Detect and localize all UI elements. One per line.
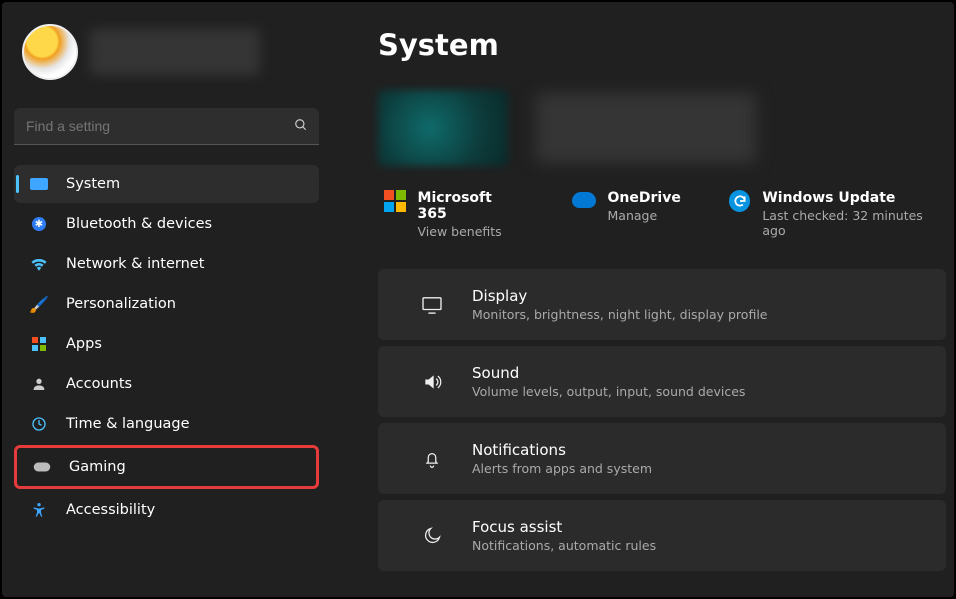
card-title: Sound — [472, 364, 745, 382]
paintbrush-icon: 🖌️ — [30, 295, 48, 313]
quick-link-sub: Manage — [608, 208, 681, 223]
avatar — [22, 24, 78, 80]
sidebar-item-label: Apps — [66, 336, 102, 352]
sidebar-item-apps[interactable]: Apps — [14, 325, 319, 363]
sidebar-item-label: System — [66, 176, 120, 192]
sidebar-item-label: Personalization — [66, 296, 176, 312]
device-name-redacted — [536, 93, 756, 163]
search-icon — [294, 118, 308, 136]
card-sub: Monitors, brightness, night light, displ… — [472, 307, 767, 322]
quick-link-title: OneDrive — [608, 190, 681, 206]
sound-icon — [420, 370, 444, 394]
moon-icon — [420, 524, 444, 548]
card-sound[interactable]: Sound Volume levels, output, input, soun… — [378, 346, 946, 417]
device-wallpaper-thumb — [378, 90, 508, 166]
user-account-row[interactable] — [14, 14, 332, 90]
monitor-icon — [30, 175, 48, 193]
card-title: Focus assist — [472, 518, 656, 536]
sidebar: System ✱ Bluetooth & devices Network & i… — [2, 2, 332, 597]
sidebar-item-label: Network & internet — [66, 256, 204, 272]
bluetooth-icon: ✱ — [30, 215, 48, 233]
card-sub: Volume levels, output, input, sound devi… — [472, 384, 745, 399]
microsoft-365-icon — [384, 190, 406, 212]
card-sub: Alerts from apps and system — [472, 461, 652, 476]
main-content: System Microsoft 365 View benefits OneDr… — [332, 2, 954, 597]
bell-icon — [420, 447, 444, 471]
sidebar-item-gaming[interactable]: Gaming — [14, 445, 319, 489]
gamepad-icon — [33, 458, 51, 476]
quick-link-title: Microsoft 365 — [418, 190, 524, 222]
card-sub: Notifications, automatic rules — [472, 538, 656, 553]
quick-link-onedrive[interactable]: OneDrive Manage — [572, 190, 681, 239]
apps-icon — [30, 335, 48, 353]
card-title: Display — [472, 287, 767, 305]
display-icon — [420, 293, 444, 317]
user-name-redacted — [90, 29, 260, 75]
sidebar-item-accessibility[interactable]: Accessibility — [14, 491, 319, 529]
device-hero — [378, 90, 946, 166]
quick-link-windows-update[interactable]: Windows Update Last checked: 32 minutes … — [729, 190, 946, 239]
sidebar-item-label: Bluetooth & devices — [66, 216, 212, 232]
accessibility-icon — [30, 501, 48, 519]
card-title: Notifications — [472, 441, 652, 459]
sidebar-item-system[interactable]: System — [14, 165, 319, 203]
sidebar-item-bluetooth[interactable]: ✱ Bluetooth & devices — [14, 205, 319, 243]
sidebar-item-label: Gaming — [69, 459, 126, 475]
settings-window: System ✱ Bluetooth & devices Network & i… — [2, 2, 954, 597]
windows-update-icon — [729, 190, 751, 212]
search-container — [14, 108, 324, 145]
sidebar-item-time-language[interactable]: Time & language — [14, 405, 319, 443]
search-input[interactable] — [14, 108, 319, 145]
clock-globe-icon — [30, 415, 48, 433]
sidebar-nav: System ✱ Bluetooth & devices Network & i… — [14, 165, 332, 529]
sidebar-item-label: Time & language — [66, 416, 190, 432]
card-display[interactable]: Display Monitors, brightness, night ligh… — [378, 269, 946, 340]
onedrive-icon — [572, 192, 596, 208]
quick-link-sub: Last checked: 32 minutes ago — [762, 208, 946, 238]
quick-links-row: Microsoft 365 View benefits OneDrive Man… — [378, 190, 946, 239]
settings-cards: Display Monitors, brightness, night ligh… — [378, 269, 946, 571]
card-focus-assist[interactable]: Focus assist Notifications, automatic ru… — [378, 500, 946, 571]
sidebar-item-label: Accounts — [66, 376, 132, 392]
sidebar-item-network[interactable]: Network & internet — [14, 245, 319, 283]
quick-link-sub: View benefits — [418, 224, 524, 239]
quick-link-title: Windows Update — [762, 190, 946, 206]
sidebar-item-personalization[interactable]: 🖌️ Personalization — [14, 285, 319, 323]
page-title: System — [378, 28, 946, 62]
sidebar-item-label: Accessibility — [66, 502, 155, 518]
card-notifications[interactable]: Notifications Alerts from apps and syste… — [378, 423, 946, 494]
wifi-icon — [30, 255, 48, 273]
person-icon — [30, 375, 48, 393]
quick-link-ms365[interactable]: Microsoft 365 View benefits — [384, 190, 524, 239]
sidebar-item-accounts[interactable]: Accounts — [14, 365, 319, 403]
